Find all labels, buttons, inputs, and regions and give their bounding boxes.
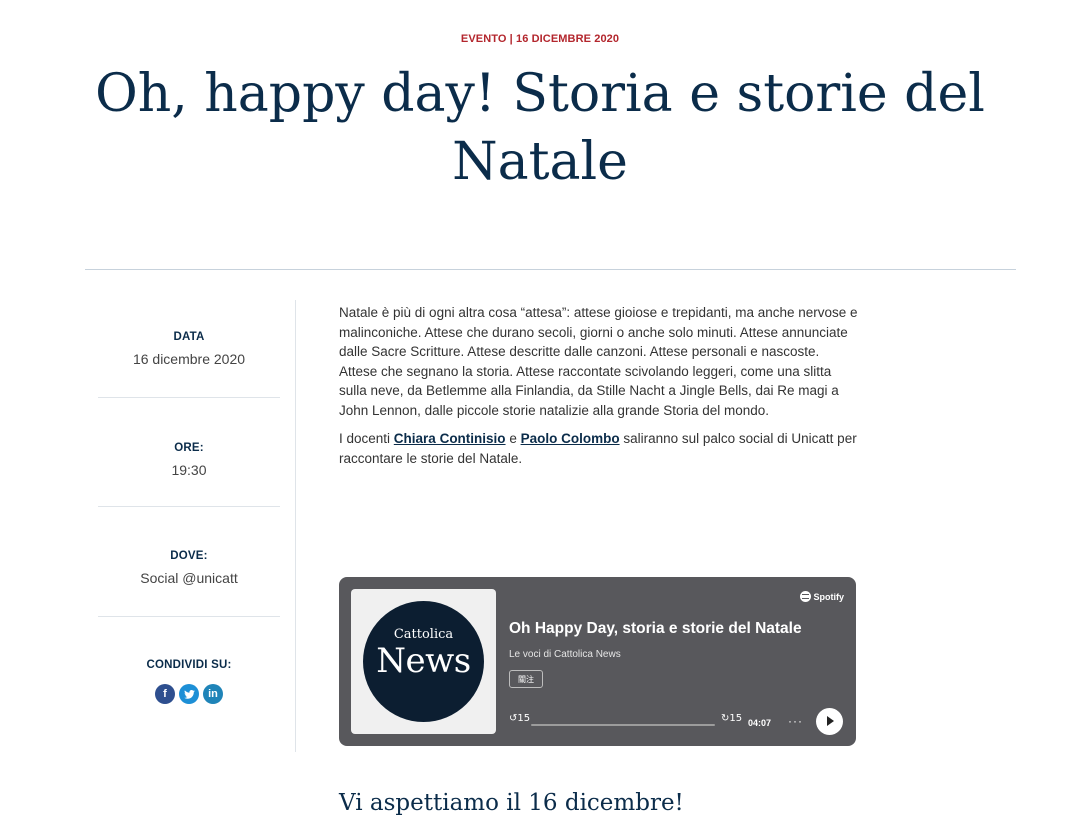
speaker-link-chiara-continisio[interactable]: Chiara Continisio xyxy=(394,431,506,446)
progress-track[interactable] xyxy=(531,724,715,726)
column-divider xyxy=(295,300,296,752)
social-share-icons: f in xyxy=(98,684,280,704)
time-label: ORE: xyxy=(174,442,204,454)
location-block: DOVE: Social @unicatt xyxy=(98,550,280,586)
sidebar-divider xyxy=(98,616,280,617)
speakers-text: e xyxy=(505,431,521,446)
spotify-logo[interactable]: Spotify xyxy=(799,591,845,602)
cattolica-news-logo: Cattolica News xyxy=(363,601,484,722)
spotify-icon xyxy=(799,591,811,602)
date-block: DATA 16 dicembre 2020 xyxy=(98,331,280,367)
time-remaining: 04:07 xyxy=(748,718,772,728)
skip-back-seconds: 15 xyxy=(517,713,531,724)
sidebar-divider xyxy=(98,397,280,398)
twitter-bird-glyph xyxy=(183,689,195,699)
date-value: 16 dicembre 2020 xyxy=(132,351,246,367)
podcast-cover-art: Cattolica News xyxy=(351,589,496,734)
sidebar-divider xyxy=(98,506,280,507)
spotify-embed-player: Cattolica News Spotify Oh Happy Day, sto… xyxy=(339,577,856,746)
closing-heading: Vi aspettiamo il 16 dicembre! xyxy=(339,790,684,816)
episode-title[interactable]: Oh Happy Day, storia e storie del Natale xyxy=(509,620,802,638)
facebook-icon[interactable]: f xyxy=(155,684,175,704)
page-title: Oh, happy day! Storia e storie del Natal… xyxy=(95,64,985,192)
show-name[interactable]: Le voci di Cattolica News xyxy=(509,649,621,660)
cover-logo-top: Cattolica xyxy=(393,627,454,642)
share-block: CONDIVIDI SU: f in xyxy=(98,659,280,704)
follow-button[interactable]: 關注 xyxy=(509,670,543,688)
speakers-paragraph: I docenti Chiara Continisio e Paolo Colo… xyxy=(339,429,859,468)
skip-forward-icon[interactable]: ↻15 xyxy=(721,713,742,724)
description-paragraph: Natale è più di ogni altra cosa “attesa”… xyxy=(339,305,858,418)
location-value: Social @unicatt xyxy=(140,570,238,586)
playback-controls: ↺15 ↻15 04:07 ··· xyxy=(509,708,846,735)
date-label: DATA xyxy=(173,331,205,343)
skip-back-icon[interactable]: ↺15 xyxy=(509,713,530,724)
play-button[interactable] xyxy=(816,708,843,735)
share-label: CONDIVIDI SU: xyxy=(146,659,232,671)
more-options-icon[interactable]: ··· xyxy=(788,714,803,728)
speakers-text: I docenti xyxy=(339,431,394,446)
header-divider xyxy=(85,269,1016,270)
linkedin-icon[interactable]: in xyxy=(203,684,223,704)
time-block: ORE: 19:30 xyxy=(98,442,280,478)
twitter-icon[interactable] xyxy=(179,684,199,704)
time-value: 19:30 xyxy=(171,462,207,478)
event-eyebrow: EVENTO | 16 DICEMBRE 2020 xyxy=(460,33,620,45)
cover-logo-main: News xyxy=(376,641,471,681)
event-description: Natale è più di ogni altra cosa “attesa”… xyxy=(339,303,859,477)
location-label: DOVE: xyxy=(170,550,208,562)
spotify-label: Spotify xyxy=(813,591,845,602)
speaker-link-paolo-colombo[interactable]: Paolo Colombo xyxy=(521,431,620,446)
skip-forward-seconds: 15 xyxy=(729,713,743,724)
